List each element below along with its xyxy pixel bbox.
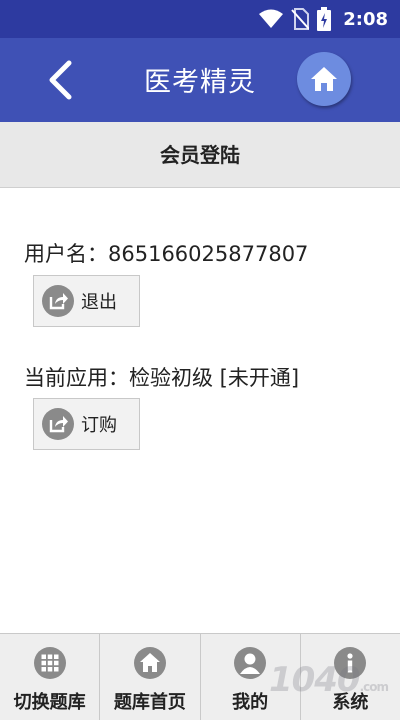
logout-button[interactable]: 退出	[33, 275, 140, 327]
username-label: 用户名：	[24, 242, 108, 266]
section-title: 会员登陆	[0, 122, 400, 188]
watermark-logo: 1040.com	[268, 660, 389, 700]
status-time: 2:08	[343, 8, 388, 30]
nav-item-switch-bank[interactable]: 切换题库	[0, 634, 101, 720]
current-app-row: 当前应用：检验初级 [未开通]	[24, 362, 299, 392]
home-icon	[133, 647, 166, 679]
share-icon	[42, 408, 74, 440]
current-app-value: 检验初级 [未开通]	[129, 366, 300, 390]
watermark-text: 1040	[268, 660, 361, 700]
order-button[interactable]: 订购	[33, 398, 140, 450]
nav-label: 我的	[232, 692, 269, 713]
battery-icon	[317, 7, 332, 31]
grid-icon	[33, 647, 66, 679]
nav-item-bank-home[interactable]: 题库首页	[100, 634, 201, 720]
nav-label: 切换题库	[13, 692, 86, 713]
watermark-suffix: .com	[359, 680, 389, 694]
current-app-label: 当前应用：	[24, 366, 129, 390]
order-label: 订购	[81, 415, 117, 436]
app-bar: 医考精灵	[0, 38, 400, 122]
home-button[interactable]	[297, 52, 351, 106]
user-icon	[234, 647, 267, 679]
nav-label: 题库首页	[113, 692, 186, 713]
share-icon	[42, 285, 74, 317]
logout-label: 退出	[81, 292, 117, 313]
username-row: 用户名：865166025877807	[24, 238, 308, 268]
status-bar: 2:08	[0, 0, 400, 38]
home-icon	[311, 67, 337, 91]
username-value: 865166025877807	[108, 242, 309, 266]
no-sim-icon	[291, 8, 310, 30]
wifi-icon	[259, 9, 284, 28]
status-icons: 2:08	[259, 6, 388, 32]
